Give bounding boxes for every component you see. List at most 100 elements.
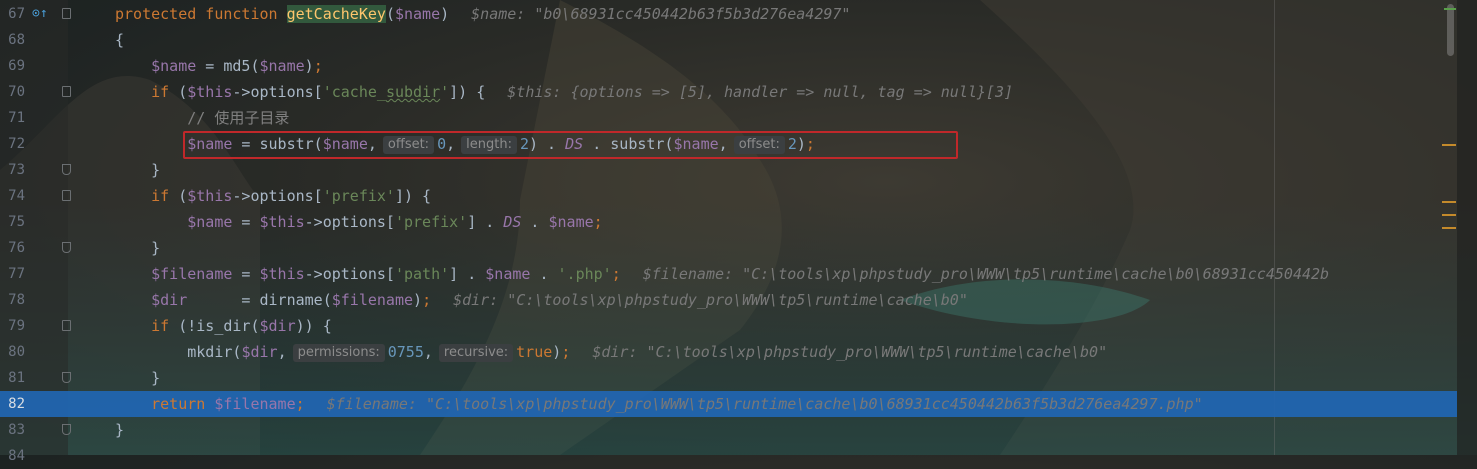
line-number[interactable]: 77 (0, 261, 25, 287)
scrollbar-track[interactable] (1457, 0, 1477, 455)
code-token: ; (313, 57, 323, 75)
scrollbar-thumb[interactable] (1447, 4, 1454, 56)
code-line[interactable]: 70 if ($this->options['cache_subdir']) {… (0, 79, 1457, 105)
warning-marker[interactable] (1442, 201, 1456, 203)
code-token: ] . (467, 213, 504, 231)
code-token: , (423, 343, 433, 361)
code-line[interactable]: 80 mkdir($dir, permissions: 0755, recursive… (0, 339, 1457, 365)
code-token: '.php' (557, 265, 612, 283)
line-number[interactable]: 79 (0, 313, 25, 339)
warning-marker[interactable] (1442, 227, 1456, 229)
code-line[interactable]: 68 { (0, 27, 1457, 53)
code-token: ; (561, 343, 571, 361)
line-number[interactable]: 73 (0, 157, 25, 183)
code-token: 'cache_ (322, 83, 386, 101)
code-line[interactable]: 78 $dir = dirname($filename); $dir: "C:\t… (0, 287, 1457, 313)
code-line[interactable]: 71 // 使用子目录 (0, 105, 1457, 131)
code-line[interactable]: 77 $filename = $this->options['path'] . … (0, 261, 1457, 287)
fold-end-icon[interactable] (62, 372, 71, 383)
code-token: ( (178, 83, 188, 101)
code-line[interactable]: 76 } (0, 235, 1457, 261)
code-token: DS (503, 213, 522, 231)
fold-start-icon[interactable] (62, 86, 71, 97)
code-line[interactable]: 73 } (0, 157, 1457, 183)
fold-start-icon[interactable] (62, 320, 71, 331)
code-line[interactable]: 79 if (!is_dir($dir)) { (0, 313, 1457, 339)
line-number[interactable]: 74 (0, 183, 25, 209)
code-text: return $filename; $filename: "C:\tools\xp… (115, 391, 1203, 417)
method-override-icon[interactable]: ⊙↑ (32, 7, 48, 21)
code-line[interactable]: 74 if ($this->options['prefix']) { (0, 183, 1457, 209)
code-token: ->options[ (232, 187, 323, 205)
fold-start-icon[interactable] (62, 8, 71, 19)
code-token: ) (413, 291, 423, 309)
code-text: // 使用子目录 (115, 105, 289, 131)
fold-start-icon[interactable] (62, 190, 71, 201)
code-token: $filename (331, 291, 414, 309)
code-token: $this (259, 213, 305, 231)
line-number[interactable]: 82 (0, 391, 25, 417)
code-token: = (232, 265, 260, 283)
code-line[interactable]: 67 ⊙↑ protected function getCacheKey($name… (0, 1, 1457, 27)
fold-end-icon[interactable] (62, 164, 71, 175)
code-text: mkdir($dir, permissions: 0755, recursive: tr… (115, 339, 1107, 365)
code-token: $filename (214, 395, 296, 413)
code-line[interactable]: 75 $name = $this->options['prefix'] . DS… (0, 209, 1457, 235)
code-token: // 使用子目录 (115, 109, 290, 127)
code-token: if (115, 83, 179, 101)
code-token: = md5( (196, 57, 260, 75)
code-token: )) { (295, 317, 332, 335)
code-line[interactable]: 84 (0, 443, 1457, 469)
code-token: ; (611, 265, 621, 283)
code-text: if (!is_dir($dir)) { (115, 313, 332, 339)
line-number[interactable]: 69 (0, 53, 25, 79)
line-number[interactable]: 81 (0, 365, 25, 391)
code-line[interactable]: 83} (0, 417, 1457, 443)
code-token: $filename (115, 265, 233, 283)
code-token: ) (304, 57, 314, 75)
fold-end-icon[interactable] (62, 242, 71, 253)
line-number[interactable]: 72 (0, 131, 25, 157)
line-number[interactable]: 76 (0, 235, 25, 261)
code-token: ; (422, 291, 432, 309)
code-token: $name (115, 213, 233, 231)
code-token: } (115, 161, 161, 179)
warning-marker[interactable] (1442, 214, 1456, 216)
code-token: ) (440, 5, 450, 23)
line-number[interactable]: 83 (0, 417, 25, 443)
code-text: } (115, 365, 160, 391)
line-number[interactable]: 70 (0, 79, 25, 105)
code-editor[interactable]: 67 ⊙↑ protected function getCacheKey($name… (0, 0, 1457, 464)
code-token: $name (394, 5, 441, 23)
line-number[interactable]: 68 (0, 27, 25, 53)
code-token: $name (259, 57, 305, 75)
inline-debug-value: $filename: "C:\tools\xp\phpstudy_pro\WWW… (642, 265, 1330, 283)
inline-debug-value: $dir: "C:\tools\xp\phpstudy_pro\WWW\tp5\… (453, 291, 968, 309)
inline-debug-value: $dir: "C:\tools\xp\phpstudy_pro\WWW\tp5\… (592, 343, 1108, 361)
code-text: $filename = $this->options['path'] . $na… (115, 261, 1329, 287)
line-number[interactable]: 78 (0, 287, 25, 313)
line-number[interactable]: 75 (0, 209, 25, 235)
code-token: protected function (115, 5, 287, 23)
code-token: $name (115, 57, 197, 75)
fold-end-icon[interactable] (62, 424, 71, 435)
code-line[interactable]: 69 $name = md5($name); (0, 53, 1457, 79)
code-token: $name (485, 265, 531, 283)
line-number[interactable]: 71 (0, 105, 25, 131)
code-token: (!is_dir( (178, 317, 260, 335)
code-token: = dirname( (187, 291, 332, 309)
code-token: 0755 (387, 343, 424, 361)
code-token: . (521, 213, 549, 231)
code-token: $this (187, 187, 233, 205)
code-token: . (530, 265, 558, 283)
line-number[interactable]: 80 (0, 339, 25, 365)
code-line[interactable]: 81 } (0, 365, 1457, 391)
code-line[interactable]: 82 return $filename; $filename: "C:\tools… (0, 391, 1457, 417)
line-number[interactable]: 84 (0, 443, 25, 469)
code-token: if (115, 187, 179, 205)
warning-marker[interactable] (1442, 144, 1456, 146)
code-text: } (115, 417, 124, 443)
code-token: ]) { (449, 83, 486, 101)
line-number[interactable]: 67 (0, 1, 25, 27)
code-token: if (115, 317, 179, 335)
